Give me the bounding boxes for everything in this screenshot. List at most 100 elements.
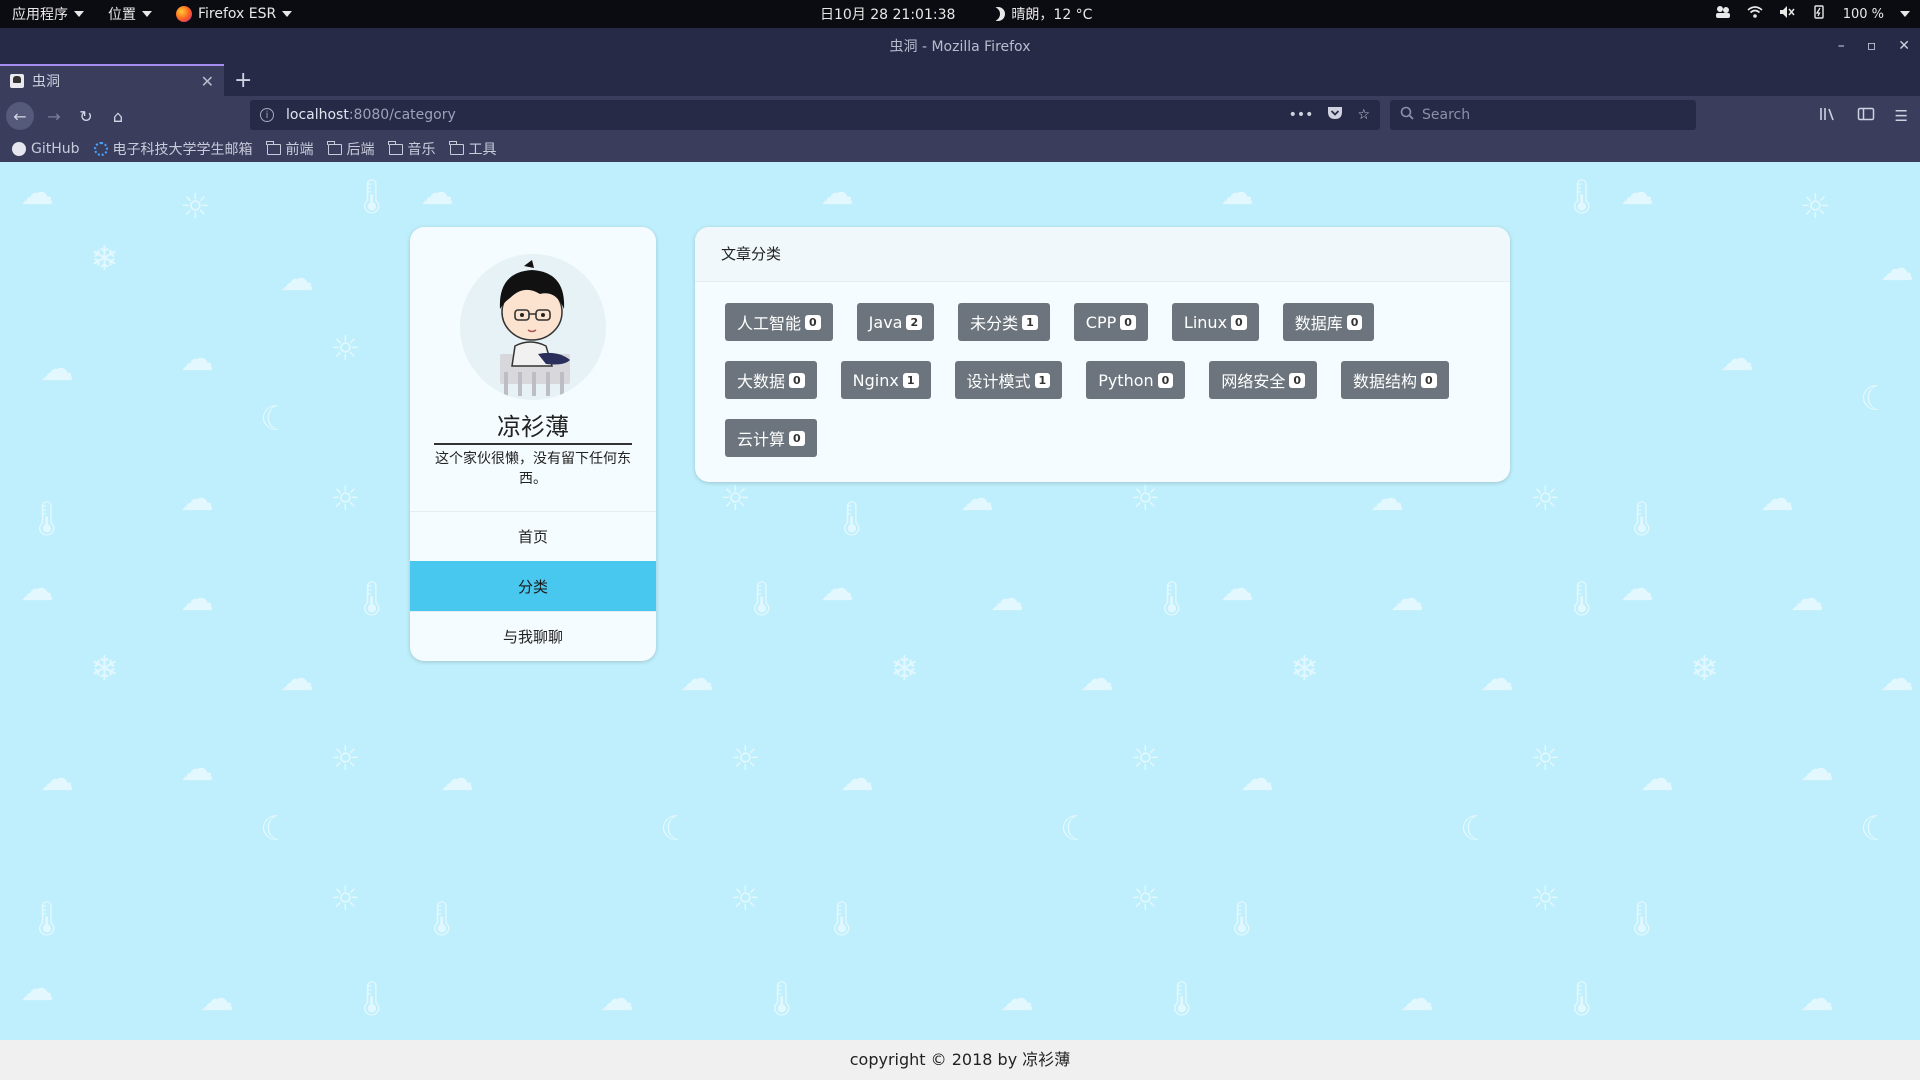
plus-icon: +: [234, 67, 253, 93]
category-button[interactable]: Python 0: [1086, 361, 1186, 399]
category-button[interactable]: 未分类 1: [958, 303, 1050, 341]
cloud-icon: ☁: [40, 759, 74, 799]
cloud-icon: ☁: [820, 173, 854, 213]
bookmark-folder-tools[interactable]: 工具: [449, 139, 497, 159]
bookmarks-toolbar: GitHub 电子科技大学学生邮箱 前端 后端 音乐 工具: [0, 136, 1920, 162]
category-name: CPP: [1085, 312, 1117, 332]
sun-icon: ☼: [330, 879, 361, 919]
tab-close-icon[interactable]: ✕: [201, 72, 214, 91]
maximize-icon[interactable]: ▫: [1867, 38, 1877, 54]
firefox-app-menu[interactable]: Firefox ESR: [164, 0, 304, 28]
back-button[interactable]: ←: [6, 102, 34, 130]
hamburger-menu-icon[interactable]: ☰: [1895, 107, 1908, 125]
reload-button[interactable]: ↻: [72, 102, 100, 130]
profile-card: 凉衫薄 这个家伙很懒，没有留下任何东西。 首页 分类 与我聊聊: [410, 227, 656, 661]
cloud-icon: ☁: [1720, 339, 1754, 379]
minimize-icon[interactable]: –: [1838, 38, 1845, 54]
weather-indicator[interactable]: 晴朗，12 °C: [991, 4, 1092, 24]
navigation-toolbar: ← → ↻ ⌂ i localhost :8080/category ••• ☆…: [0, 96, 1920, 136]
url-host: localhost: [286, 107, 349, 123]
cloud-icon: ☁: [1620, 569, 1654, 609]
category-name: Python: [1098, 370, 1154, 390]
category-button[interactable]: 人工智能 0: [725, 303, 833, 341]
window-titlebar: 虫洞 - Mozilla Firefox – ▫ ✕: [0, 28, 1920, 64]
page-content: ☁ ☼ 🌡 ☁ ☁ ☁ 🌡 ☁ ☼ ❄ ☁ ☁ ☁ ☁ ☼ ☁ ☾ ☾ ☁ ☼ …: [0, 162, 1920, 1080]
battery-icon[interactable]: [1811, 5, 1827, 23]
cloud-icon: ☁: [1080, 659, 1114, 699]
url-bar[interactable]: i localhost :8080/category ••• ☆: [250, 100, 1380, 130]
nav-item-chat[interactable]: 与我聊聊: [410, 611, 656, 661]
forward-button[interactable]: →: [40, 102, 68, 130]
category-button[interactable]: 网络安全 0: [1209, 361, 1317, 399]
page-actions-icon[interactable]: •••: [1289, 107, 1314, 123]
thermometer-icon: 🌡: [350, 177, 394, 217]
bookmark-folder-backend[interactable]: 后端: [327, 139, 375, 159]
cloud-icon: ☁: [280, 259, 314, 299]
thermometer-icon: 🌡: [420, 899, 464, 939]
sidebar-icon[interactable]: [1857, 106, 1875, 126]
snow-icon: ❄: [1690, 649, 1719, 689]
bookmark-label: 音乐: [407, 142, 436, 158]
category-name: 设计模式: [966, 372, 1031, 391]
cloud-icon: ☁: [1000, 979, 1034, 1019]
cloud-icon: ☁: [820, 569, 854, 609]
home-button[interactable]: ⌂: [104, 102, 132, 130]
pocket-icon[interactable]: [1327, 106, 1343, 124]
category-button[interactable]: CPP 0: [1073, 303, 1148, 341]
categories-title: 文章分类: [695, 227, 1510, 282]
moon-icon: ☾: [660, 809, 691, 849]
cloud-icon: ☁: [1620, 173, 1654, 213]
bookmark-star-icon[interactable]: ☆: [1357, 107, 1370, 123]
bookmark-github[interactable]: GitHub: [12, 141, 80, 157]
thermometer-icon: 🌡: [830, 499, 874, 539]
sun-icon: ☼: [330, 479, 361, 519]
library-icon[interactable]: [1819, 106, 1837, 126]
clock[interactable]: 日10月 28 21:01:38: [820, 4, 955, 24]
category-button[interactable]: Linux 0: [1171, 303, 1259, 341]
sun-icon: ☼: [1130, 879, 1161, 919]
category-count-badge: 1: [1034, 372, 1051, 388]
nav-item-home[interactable]: 首页: [410, 511, 656, 561]
category-name: 未分类: [970, 314, 1019, 333]
close-icon[interactable]: ✕: [1898, 38, 1910, 54]
snow-icon: ❄: [1290, 649, 1319, 689]
chevron-down-icon[interactable]: [1900, 11, 1910, 17]
category-button[interactable]: Java 2: [856, 303, 935, 341]
cloud-icon: ☁: [960, 479, 994, 519]
wifi-icon[interactable]: [1747, 5, 1763, 23]
search-bar[interactable]: Search: [1390, 100, 1696, 130]
category-button[interactable]: 设计模式 1: [954, 361, 1063, 399]
cloud-icon: ☁: [180, 479, 214, 519]
search-icon: [1400, 106, 1414, 124]
category-button[interactable]: 数据结构 0: [1340, 361, 1449, 399]
category-button[interactable]: 大数据 0: [725, 361, 817, 399]
category-button[interactable]: 云计算 0: [725, 419, 817, 457]
moon-icon: ☾: [260, 399, 291, 439]
firefox-app-label: Firefox ESR: [198, 6, 277, 22]
info-icon[interactable]: i: [260, 108, 274, 122]
user-switch-icon[interactable]: [1715, 5, 1731, 23]
bookmark-student-mail[interactable]: 电子科技大学学生邮箱: [93, 139, 253, 159]
cloud-icon: ☁: [1800, 749, 1834, 789]
tab-active[interactable]: 虫洞 ✕: [0, 64, 224, 96]
folder-icon: [388, 140, 403, 155]
cloud-icon: ☁: [420, 173, 454, 213]
applications-menu-label: 应用程序: [12, 7, 68, 23]
thermometer-icon: 🌡: [820, 899, 864, 939]
cloud-icon: ☁: [1880, 659, 1914, 699]
thermometer-icon: 🌡: [25, 499, 69, 539]
nav-item-categories[interactable]: 分类: [410, 561, 656, 611]
new-tab-button[interactable]: +: [234, 64, 252, 96]
applications-menu[interactable]: 应用程序: [0, 0, 96, 28]
places-menu[interactable]: 位置: [96, 0, 164, 28]
category-name: Nginx: [852, 370, 899, 390]
category-name: 人工智能: [737, 314, 802, 333]
arrow-left-icon: ←: [13, 106, 27, 126]
bookmark-folder-music[interactable]: 音乐: [388, 139, 436, 159]
bookmark-folder-frontend[interactable]: 前端: [266, 139, 314, 159]
cloud-icon: ☁: [40, 349, 74, 389]
volume-muted-icon[interactable]: [1779, 5, 1795, 23]
category-button[interactable]: Nginx 1: [840, 361, 931, 399]
category-button[interactable]: 数据库 0: [1282, 303, 1375, 341]
bookmark-label: 电子科技大学学生邮箱: [112, 142, 253, 158]
